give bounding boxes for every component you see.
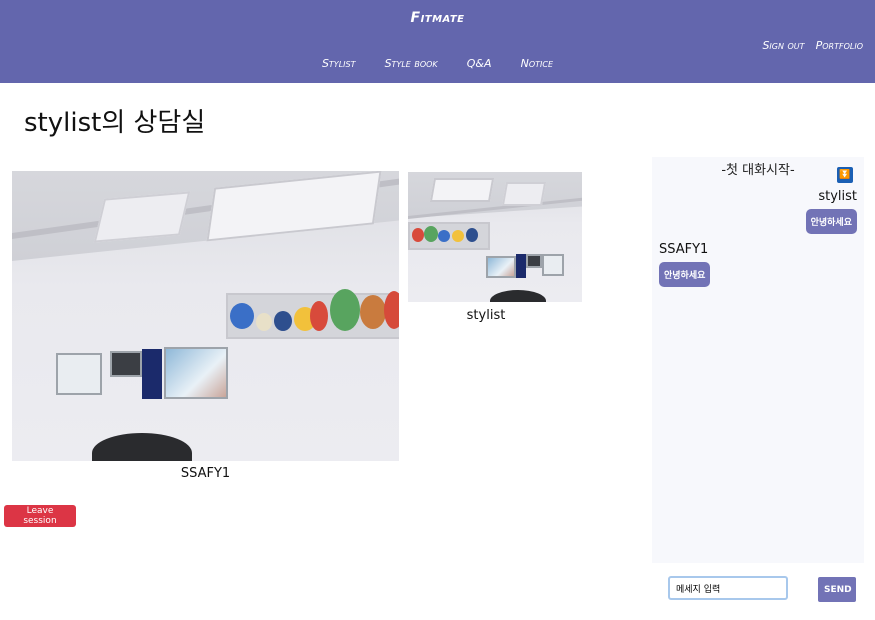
main-video-caption: SSAFY1 [180, 466, 231, 481]
message-input[interactable] [668, 576, 788, 600]
page-title: stylist의 상담실 [24, 108, 206, 138]
nav-item-qa[interactable]: Q&A [467, 57, 492, 70]
scroll-down-icon[interactable]: ⏬ [837, 167, 853, 183]
main-menu: Stylist Style book Q&A Notice [0, 52, 875, 71]
nav-item-notice[interactable]: Notice [521, 57, 553, 70]
sub-video[interactable] [408, 172, 582, 302]
top-navbar: Fitmate Stylist Style book Q&A Notice Si… [0, 0, 875, 83]
sign-out-link[interactable]: Sign out [762, 39, 804, 52]
main-video[interactable] [12, 171, 399, 461]
nav-item-style-book[interactable]: Style book [385, 57, 438, 70]
message-bubble: 안녕하세요 [659, 262, 711, 287]
chat-start-label: -첫 대화시작- [721, 163, 795, 178]
nav-item-stylist[interactable]: Stylist [322, 57, 356, 70]
portfolio-link[interactable]: Portfolio [816, 39, 863, 52]
sub-video-caption: stylist [466, 308, 506, 323]
brand-logo[interactable]: Fitmate [0, 10, 875, 26]
message-bubble: 안녕하세요 [805, 209, 857, 234]
send-button[interactable]: SEND [818, 577, 856, 602]
account-links: Sign out Portfolio [756, 34, 863, 53]
message-sender: stylist [818, 189, 857, 204]
chat-panel: -첫 대화시작- ⏬ stylist 안녕하세요 SSAFY1 안녕하세요 [652, 157, 864, 563]
leave-session-button[interactable]: Leave session [4, 505, 76, 527]
message-sender: SSAFY1 [659, 242, 709, 257]
